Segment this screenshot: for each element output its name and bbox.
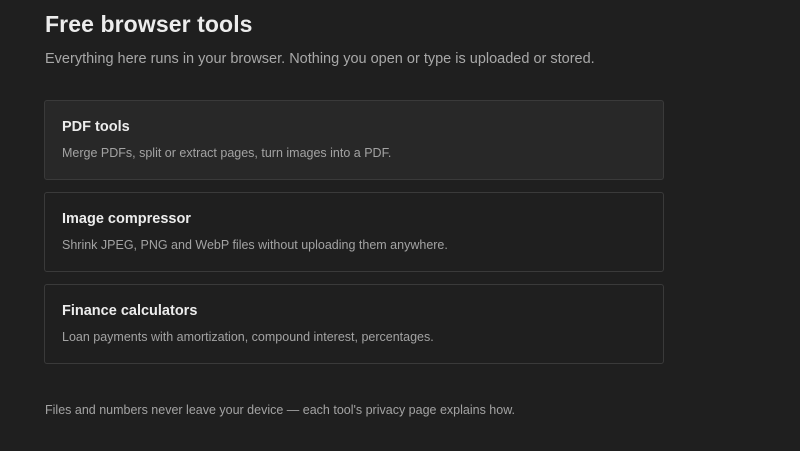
tool-card-title: Image compressor: [62, 211, 191, 227]
tool-card-description: Shrink JPEG, PNG and WebP files without …: [62, 238, 448, 252]
tool-card-finance-calculators[interactable]: Finance calculators Loan payments with a…: [44, 284, 664, 364]
privacy-footer-note: Files and numbers never leave your devic…: [45, 403, 516, 417]
tool-card-title: Finance calculators: [62, 303, 198, 319]
tool-card-description: Merge PDFs, split or extract pages, turn…: [62, 146, 392, 160]
tool-card-description: Loan payments with amortization, compoun…: [62, 330, 434, 344]
tools-page: Free browser tools Everything here runs …: [0, 0, 800, 451]
tool-list: PDF tools Merge PDFs, split or extract p…: [44, 100, 664, 376]
page-title: Free browser tools: [45, 11, 253, 37]
tool-card-image-compressor[interactable]: Image compressor Shrink JPEG, PNG and We…: [44, 192, 664, 272]
tool-card-title: PDF tools: [62, 119, 130, 135]
tool-card-pdf-tools[interactable]: PDF tools Merge PDFs, split or extract p…: [44, 100, 664, 180]
page-subtitle: Everything here runs in your browser. No…: [45, 51, 595, 67]
